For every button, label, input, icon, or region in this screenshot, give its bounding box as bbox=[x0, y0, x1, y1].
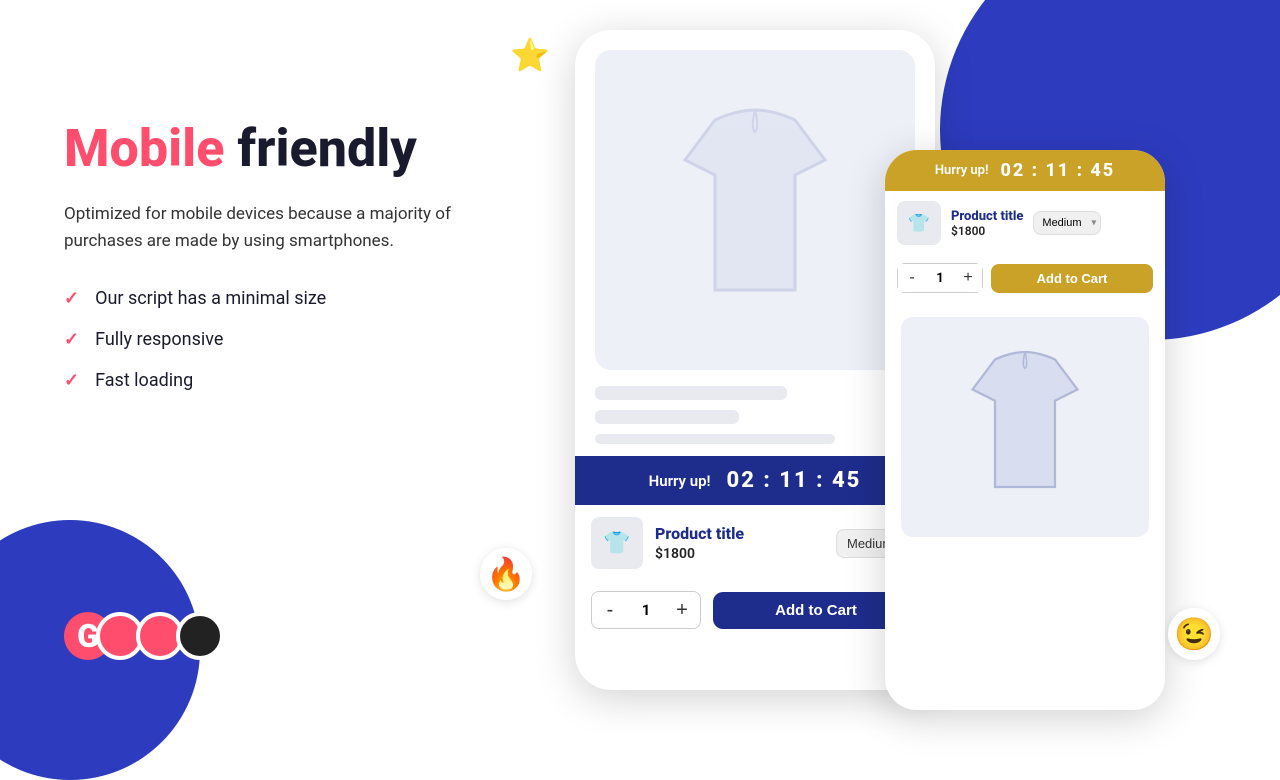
headline-friendly: friendly bbox=[224, 118, 416, 179]
hurry-bar: Hurry up! 02 : 11 : 45 bbox=[575, 456, 935, 505]
check-icon-3: ✓ bbox=[64, 370, 79, 391]
quantity-value-small: 1 bbox=[926, 271, 954, 286]
product-title-small: Product title bbox=[951, 209, 1023, 224]
feature-item-2: ✓ Fully responsive bbox=[64, 329, 544, 350]
product-thumbnail: 👕 bbox=[591, 517, 643, 569]
timer-display-small: 02 : 11 : 45 bbox=[1000, 160, 1115, 181]
product-row: 👕 Product title $1800 Medium Small Large bbox=[575, 505, 935, 581]
quantity-increase-button-small[interactable]: + bbox=[954, 264, 982, 292]
cart-row-small: - 1 + Add to Cart bbox=[885, 255, 1165, 301]
product-info-small: Product title $1800 bbox=[951, 209, 1023, 238]
product-thumbnail-small: 👕 bbox=[897, 201, 941, 245]
feature-text-1: Our script has a minimal size bbox=[95, 288, 326, 309]
product-image-area bbox=[595, 50, 915, 370]
description-text: Optimized for mobile devices because a m… bbox=[64, 201, 484, 255]
product-price: $1800 bbox=[655, 546, 824, 562]
star-icon: ⭐ bbox=[510, 36, 550, 74]
timer-display: 02 : 11 : 45 bbox=[727, 468, 862, 493]
product-row-small: 👕 Product title $1800 Medium Small Large bbox=[885, 191, 1165, 255]
placeholder-line-1 bbox=[595, 386, 787, 400]
headline: Mobile friendly bbox=[64, 120, 544, 177]
hurry-label-small: Hurry up! bbox=[935, 163, 989, 178]
check-icon-1: ✓ bbox=[64, 288, 79, 309]
headline-mobile: Mobile bbox=[64, 118, 224, 179]
quantity-decrease-button[interactable]: - bbox=[592, 592, 628, 628]
fire-icon: 🔥 bbox=[480, 548, 532, 600]
text-placeholders bbox=[575, 370, 935, 444]
quantity-control-small: - 1 + bbox=[897, 263, 983, 293]
feature-list: ✓ Our script has a minimal size ✓ Fully … bbox=[64, 288, 544, 391]
add-to-cart-button-small[interactable]: Add to Cart bbox=[991, 264, 1153, 293]
logo: G bbox=[64, 612, 224, 660]
feature-text-3: Fast loading bbox=[95, 370, 193, 391]
placeholder-line-2 bbox=[595, 410, 739, 424]
phone-second: Hurry up! 02 : 11 : 45 👕 Product title $… bbox=[885, 150, 1165, 710]
cart-row: - 1 + Add to Cart bbox=[575, 581, 935, 645]
product-title: Product title bbox=[655, 524, 824, 543]
quantity-value: 1 bbox=[628, 601, 664, 619]
variant-select-small[interactable]: Medium Small Large bbox=[1033, 211, 1101, 235]
check-icon-2: ✓ bbox=[64, 329, 79, 350]
shirt-illustration-small bbox=[950, 337, 1100, 517]
logo-circles bbox=[104, 612, 224, 660]
wink-icon: 😉 bbox=[1168, 608, 1220, 660]
phone-main-screen: Hurry up! 02 : 11 : 45 👕 Product title $… bbox=[575, 50, 935, 645]
feature-item-3: ✓ Fast loading bbox=[64, 370, 544, 391]
feature-text-2: Fully responsive bbox=[95, 329, 223, 350]
logo-circle-3 bbox=[176, 612, 224, 660]
hurry-bar-small: Hurry up! 02 : 11 : 45 bbox=[885, 150, 1165, 191]
shirt-illustration bbox=[655, 90, 855, 330]
quantity-decrease-button-small[interactable]: - bbox=[898, 264, 926, 292]
variant-wrapper-small[interactable]: Medium Small Large bbox=[1033, 211, 1101, 235]
quantity-control: - 1 + bbox=[591, 591, 701, 629]
feature-item-1: ✓ Our script has a minimal size bbox=[64, 288, 544, 309]
left-content: Mobile friendly Optimized for mobile dev… bbox=[64, 120, 544, 411]
quantity-increase-button[interactable]: + bbox=[664, 592, 700, 628]
product-info: Product title $1800 bbox=[655, 524, 824, 561]
product-image-area-small bbox=[901, 317, 1149, 537]
placeholder-line-3 bbox=[595, 434, 835, 444]
phones-container: Hurry up! 02 : 11 : 45 👕 Product title $… bbox=[575, 30, 935, 690]
hurry-label: Hurry up! bbox=[649, 472, 711, 490]
product-price-small: $1800 bbox=[951, 224, 1023, 238]
phone-main: Hurry up! 02 : 11 : 45 👕 Product title $… bbox=[575, 30, 935, 690]
